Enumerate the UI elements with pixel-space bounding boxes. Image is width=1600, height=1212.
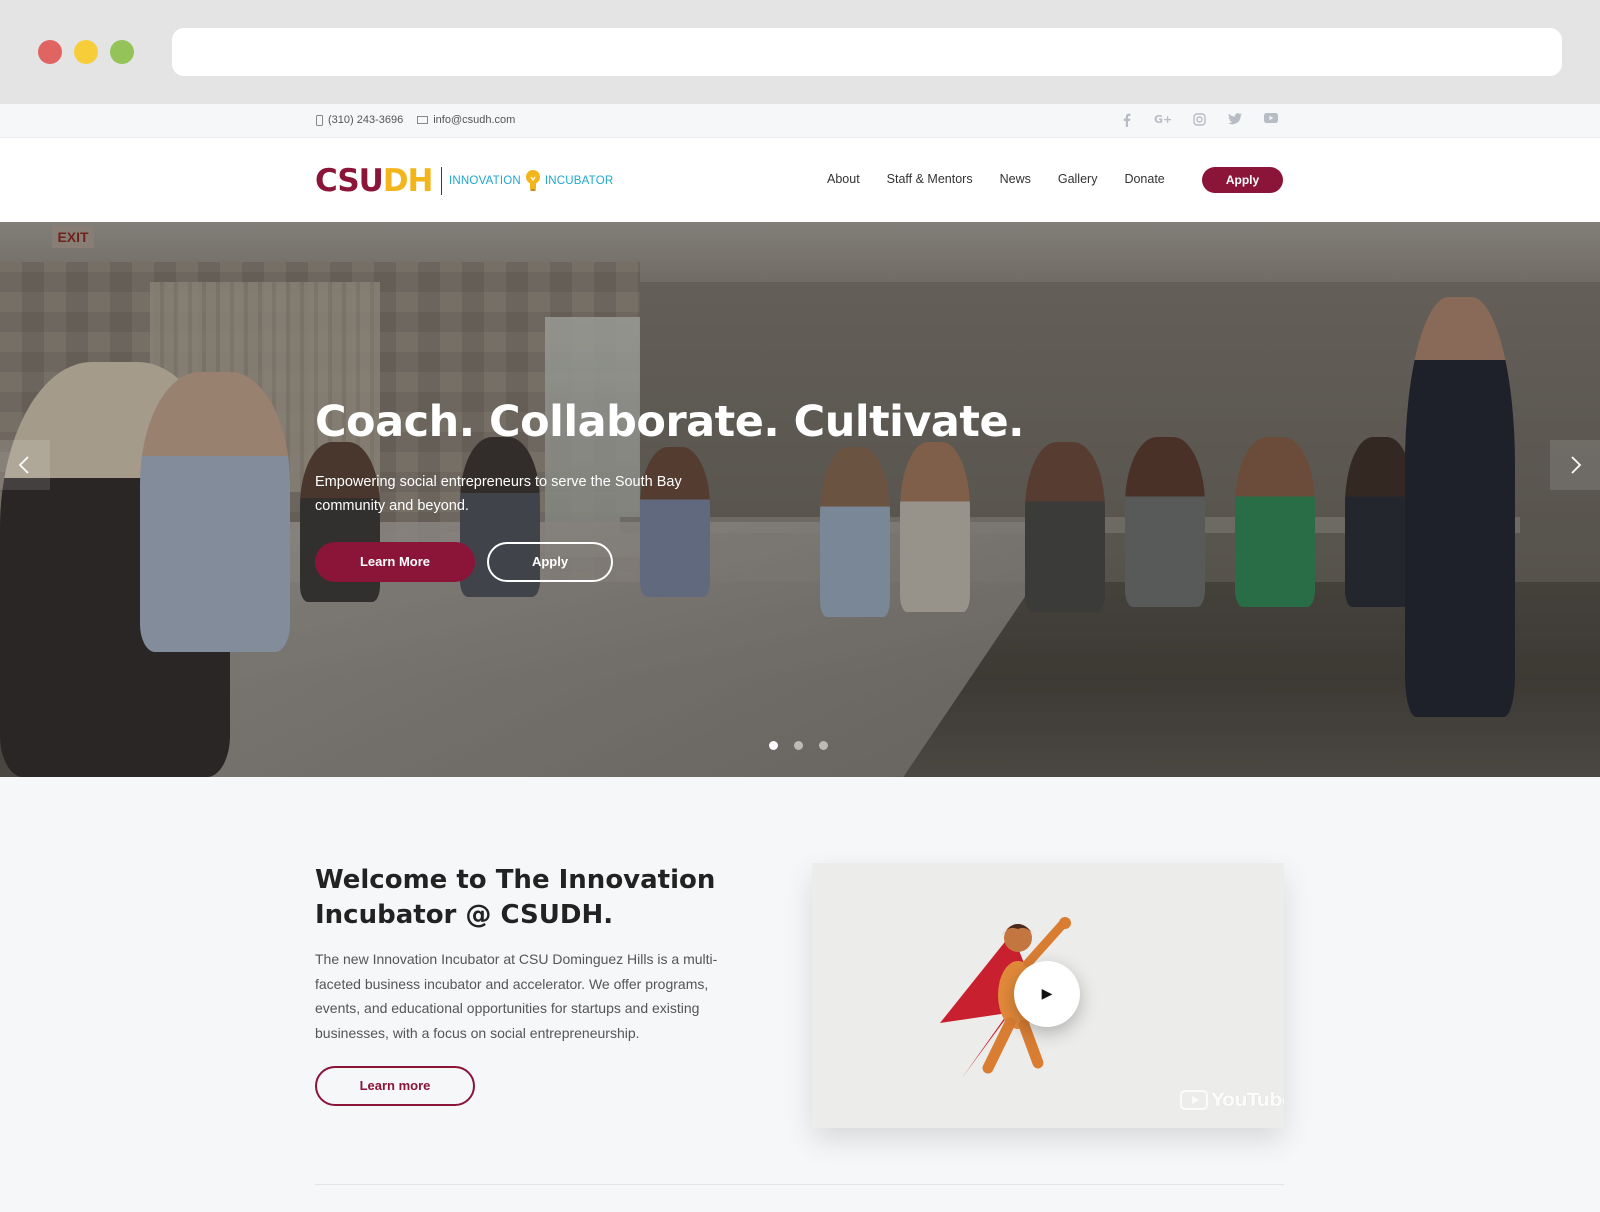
logo-separator (440, 167, 443, 195)
hero-title: Coach. Collaborate. Cultivate. (315, 397, 1025, 447)
top-info-bar: (310) 243-3696 info@csudh.com G+ (0, 104, 1600, 138)
welcome-body: The new Innovation Incubator at CSU Domi… (315, 951, 718, 1041)
nav-apply-button[interactable]: Apply (1202, 167, 1283, 193)
video-embed[interactable]: ▶ YouTube (812, 863, 1284, 1128)
phone-number[interactable]: (310) 243-3696 (328, 114, 403, 126)
browser-chrome (0, 0, 1600, 104)
welcome-section: Welcome to The Innovation Incubator @ CS… (0, 777, 1600, 1212)
play-icon: ▶ (1041, 986, 1053, 1002)
email-address[interactable]: info@csudh.com (433, 114, 515, 126)
slider-pagination (769, 741, 828, 750)
logo-innovation: INNOVATION (449, 175, 521, 187)
welcome-title: Welcome to The Innovation Incubator @ CS… (315, 865, 716, 930)
youtube-icon[interactable] (1262, 111, 1280, 129)
phone-icon (316, 114, 323, 126)
nav-news[interactable]: News (1000, 172, 1031, 186)
slider-dot-1[interactable] (769, 741, 778, 750)
slider-prev-button[interactable] (0, 440, 50, 490)
facebook-icon[interactable] (1118, 111, 1136, 129)
hero-apply-button[interactable]: Apply (487, 542, 613, 582)
slider-dot-3[interactable] (819, 741, 828, 750)
nav-gallery[interactable]: Gallery (1058, 172, 1098, 186)
hero-slider: EXIT Coach. Collaborate. Cultivate. Empo… (0, 222, 1600, 777)
twitter-icon[interactable] (1226, 111, 1244, 129)
csudh-logo[interactable]: CSU DH INNOVATION INCUBATOR (315, 163, 613, 199)
instagram-icon[interactable] (1190, 111, 1208, 129)
logo-incubator: INCUBATOR (544, 175, 614, 187)
logo-csu: CSU (315, 163, 384, 199)
lightbulb-icon (525, 168, 541, 194)
address-bar[interactable] (172, 28, 1562, 76)
nav-links: About Staff & Mentors News Gallery Donat… (827, 172, 1192, 186)
social-links: G+ (1118, 111, 1280, 129)
section-divider (315, 1184, 1284, 1185)
window-minimize-dot[interactable] (74, 40, 98, 64)
youtube-watermark[interactable]: YouTube (1180, 1089, 1284, 1111)
logo-dh: DH (382, 163, 434, 199)
youtube-wordmark: YouTube (1211, 1089, 1284, 1111)
hero-subtitle: Empowering social entrepreneurs to serve… (315, 474, 682, 514)
chevron-right-icon (1571, 456, 1582, 474)
youtube-play-icon (1180, 1090, 1208, 1110)
main-navbar: CSU DH INNOVATION INCUBATOR About Staff &… (0, 138, 1600, 222)
nav-donate[interactable]: Donate (1124, 172, 1164, 186)
hero-learn-more-button[interactable]: Learn More (315, 542, 475, 582)
slider-dot-2[interactable] (794, 741, 803, 750)
nav-staff-mentors[interactable]: Staff & Mentors (887, 172, 973, 186)
slider-next-button[interactable] (1550, 440, 1600, 490)
window-close-dot[interactable] (38, 40, 62, 64)
contact-info: (310) 243-3696 info@csudh.com (316, 114, 515, 126)
nav-about[interactable]: About (827, 172, 860, 186)
window-maximize-dot[interactable] (110, 40, 134, 64)
hero-overlay (0, 222, 1600, 777)
welcome-learn-more-button[interactable]: Learn more (315, 1066, 475, 1106)
video-play-button[interactable]: ▶ (1014, 961, 1080, 1027)
google-plus-icon[interactable]: G+ (1154, 111, 1172, 129)
chevron-left-icon (18, 456, 29, 474)
mail-icon (417, 116, 429, 124)
